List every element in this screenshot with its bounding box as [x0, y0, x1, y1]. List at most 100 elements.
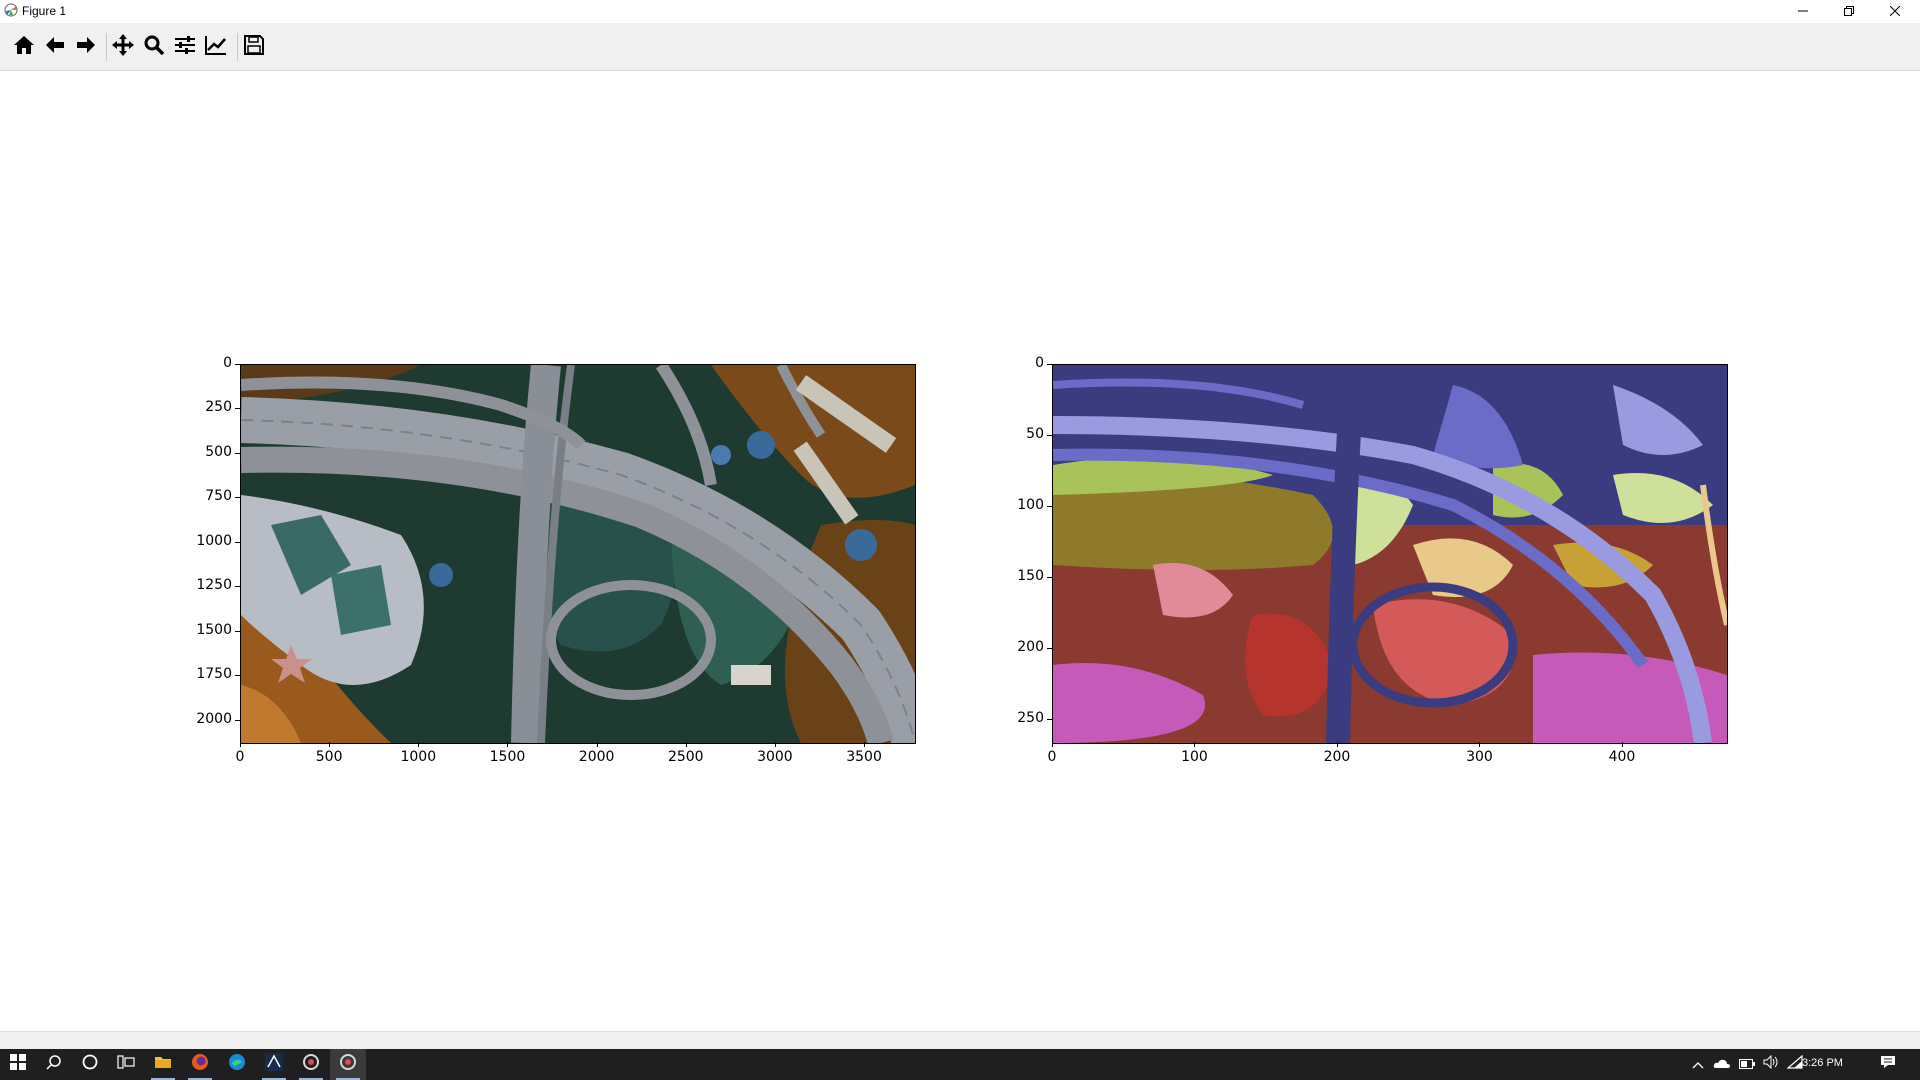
y-tick-mark	[1047, 648, 1052, 650]
close-button[interactable]	[1872, 0, 1918, 23]
notification-icon	[1880, 1055, 1896, 1074]
edit-axes-button[interactable]	[203, 34, 229, 60]
python-icon	[302, 1053, 320, 1076]
magnifier-icon	[144, 35, 165, 60]
windows-taskbar: 3:26 PM	[0, 1049, 1920, 1080]
x-tick-mark	[1052, 742, 1053, 747]
minimize-button[interactable]	[1780, 0, 1826, 23]
x-tick-mark	[774, 742, 776, 747]
minimize-icon	[1798, 3, 1808, 21]
volume-button[interactable]	[1760, 1049, 1782, 1080]
onedrive-icon	[1713, 1056, 1731, 1074]
y-tick-label: 200	[1017, 639, 1044, 656]
x-tick-label: 3000	[757, 749, 793, 765]
y-tick-label: 750	[205, 488, 232, 505]
x-tick-mark	[1479, 742, 1481, 747]
onedrive-button[interactable]	[1710, 1049, 1734, 1080]
y-tick-label: 150	[1017, 568, 1044, 585]
terminal-button[interactable]	[256, 1049, 292, 1080]
system-clock[interactable]: 3:26 PM	[1802, 1057, 1843, 1069]
terminal-icon	[265, 1053, 283, 1076]
y-tick-mark	[235, 719, 240, 721]
home-icon	[13, 35, 35, 60]
python-figure-button[interactable]	[330, 1049, 366, 1080]
zoom-button[interactable]	[141, 34, 167, 60]
y-tick-label: 0	[1035, 355, 1044, 371]
x-tick-mark	[1621, 742, 1623, 747]
y-tick-mark	[1047, 577, 1052, 579]
y-tick-mark	[235, 541, 240, 543]
back-button[interactable]	[42, 34, 68, 60]
x-tick-label: 100	[1181, 749, 1208, 765]
y-tick-mark	[235, 364, 240, 365]
restore-icon	[1844, 3, 1854, 21]
arrow-left-icon	[45, 36, 65, 59]
y-tick-label: 1000	[196, 532, 232, 549]
status-bar	[0, 1031, 1920, 1050]
firefox-icon	[191, 1053, 209, 1076]
forward-button[interactable]	[73, 34, 99, 60]
search-icon	[46, 1054, 62, 1075]
notification-button[interactable]	[1874, 1049, 1902, 1080]
battery-button[interactable]	[1736, 1049, 1758, 1080]
matplotlib-icon	[4, 3, 18, 22]
y-tick-label: 1500	[196, 621, 232, 638]
battery-icon	[1739, 1056, 1755, 1074]
y-tick-mark	[235, 630, 240, 632]
task-view-button[interactable]	[108, 1049, 144, 1080]
y-tick-mark	[235, 497, 240, 499]
right-axes-image[interactable]	[1052, 364, 1728, 744]
x-tick-mark	[418, 742, 420, 747]
y-tick-mark	[1047, 506, 1052, 508]
sliders-icon	[175, 35, 195, 59]
edge-button[interactable]	[219, 1049, 255, 1080]
x-tick-label: 400	[1608, 749, 1636, 765]
python-button[interactable]	[293, 1049, 329, 1080]
x-tick-label: 500	[315, 749, 343, 765]
x-tick-label: 300	[1466, 749, 1493, 765]
save-button[interactable]	[241, 34, 267, 60]
x-tick-label: 1000	[400, 749, 437, 765]
left-axes-image[interactable]	[240, 364, 916, 744]
x-tick-label: 200	[1323, 749, 1351, 765]
chevron-up-icon	[1692, 1056, 1704, 1074]
y-tick-mark	[235, 408, 240, 410]
firefox-button[interactable]	[182, 1049, 218, 1080]
cortana-button[interactable]	[72, 1049, 108, 1080]
y-tick-label: 2000	[196, 710, 232, 727]
x-tick-label: 3500	[846, 749, 882, 765]
x-tick-label: 2500	[667, 749, 704, 765]
x-tick-mark	[1336, 742, 1338, 747]
home-button[interactable]	[11, 34, 37, 60]
close-icon	[1889, 3, 1901, 21]
subplots-button[interactable]	[172, 34, 198, 60]
x-tick-mark	[329, 742, 331, 747]
segmented-image	[1053, 365, 1727, 743]
x-tick-label: 0	[235, 749, 245, 765]
y-tick-label: 500	[205, 443, 232, 460]
start-button[interactable]	[0, 1049, 36, 1080]
volume-icon	[1763, 1054, 1779, 1074]
pan-button[interactable]	[110, 33, 136, 60]
restore-button[interactable]	[1826, 0, 1872, 23]
cortana-icon	[82, 1054, 98, 1075]
y-tick-mark	[1047, 719, 1052, 721]
y-tick-mark	[1047, 435, 1052, 437]
x-tick-mark	[685, 742, 687, 747]
window-titlebar: Figure 1	[0, 0, 1920, 23]
search-button[interactable]	[36, 1049, 72, 1080]
show-hidden-icons-button[interactable]	[1688, 1049, 1708, 1080]
figure-canvas[interactable]: 0 250 500 750 1000 1250 1500 1750 2000 0 500 1000 1…	[0, 71, 1920, 1031]
x-tick-label: 2000	[578, 749, 615, 765]
aerial-interchange-image	[241, 365, 915, 743]
x-tick-mark	[240, 742, 241, 747]
start-icon	[10, 1054, 26, 1075]
file-explorer-icon	[154, 1054, 172, 1075]
x-tick-mark	[1194, 742, 1196, 747]
x-tick-label: 1500	[489, 749, 526, 765]
file-explorer-button[interactable]	[145, 1049, 181, 1080]
x-tick-mark	[507, 742, 509, 747]
x-tick-mark	[596, 742, 598, 747]
arrow-right-icon	[76, 36, 96, 59]
y-tick-label: 100	[1017, 497, 1044, 514]
